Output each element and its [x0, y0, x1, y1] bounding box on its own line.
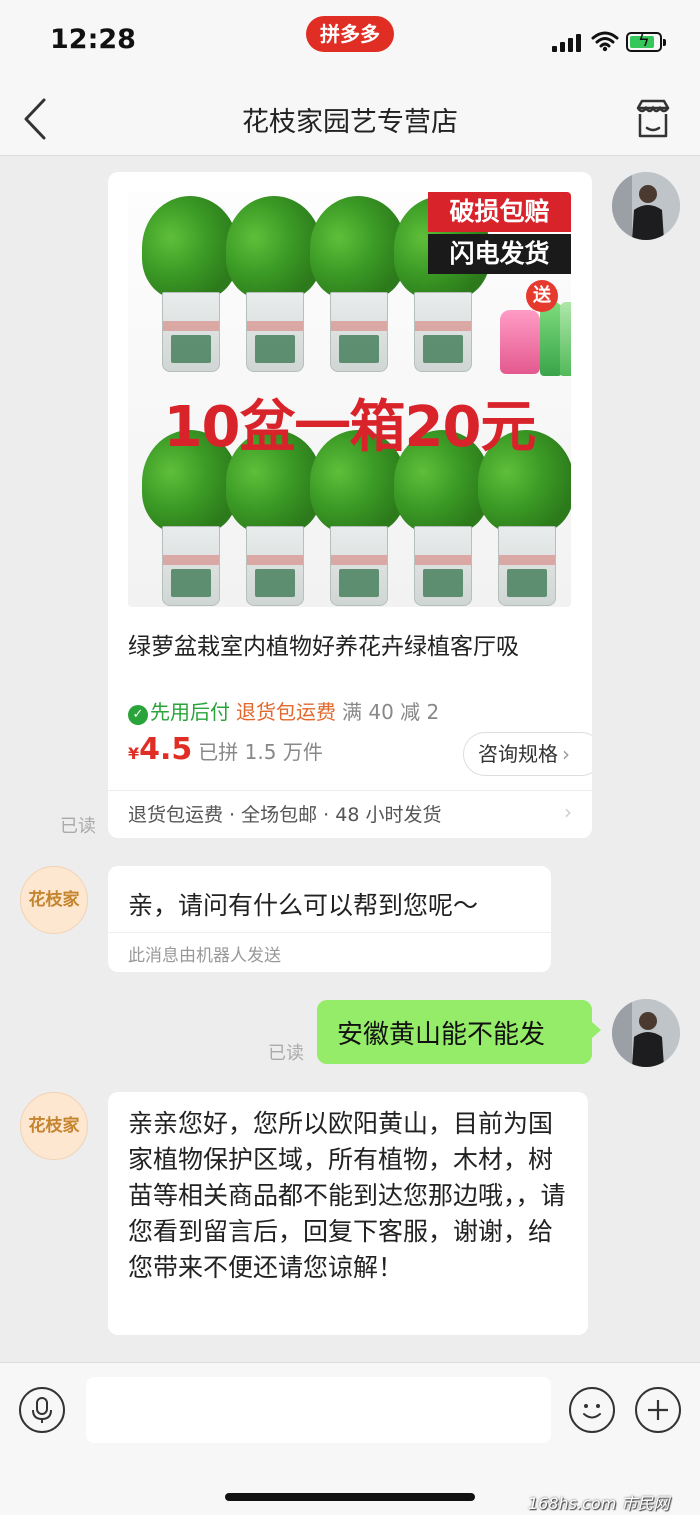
product-price: 4.5	[139, 732, 193, 767]
shop-reply-text: 亲亲您好，您所以欧阳黄山，目前为国家植物保护区域，所有植物，木材，树苗等相关商品…	[128, 1109, 566, 1282]
product-title[interactable]: 绿萝盆栽室内植物好养花卉绿植客厅吸	[128, 627, 578, 661]
signal-icon	[552, 34, 584, 52]
battery-icon: ϟ	[626, 30, 666, 52]
message-input[interactable]	[86, 1377, 551, 1443]
sold-count: 已拼 1.5 万件	[198, 740, 323, 764]
user-message-text: 安徽黄山能不能发	[337, 1020, 546, 1050]
product-image-headline: 10盆一箱20元	[163, 395, 537, 460]
fertilizer-bottle-icon	[560, 302, 571, 376]
bubble-tail	[592, 1022, 601, 1038]
damage-guarantee-label: 破损包赔	[428, 192, 571, 232]
chevron-left-icon	[24, 98, 46, 140]
divider	[108, 932, 551, 933]
chevron-right-icon: ›	[562, 742, 570, 766]
read-receipt: 已读	[268, 1043, 304, 1064]
pay-later-tag: ✓ 先用后付	[128, 700, 230, 725]
wifi-icon	[591, 31, 619, 52]
smiley-icon	[583, 1404, 601, 1419]
top-bar: 12:28 拼多多 ϟ 花枝家园艺专营店	[0, 0, 700, 156]
product-image[interactable]: 破损包赔 闪电发货 送 10盆一箱20元	[128, 192, 571, 607]
voice-button[interactable]	[19, 1387, 65, 1433]
divider	[108, 790, 592, 791]
store-button[interactable]	[632, 98, 674, 140]
watermark: 168hs.com 市民网	[528, 1494, 670, 1513]
currency-symbol: ¥	[128, 744, 140, 763]
gift-badge: 送	[526, 280, 558, 312]
plus-icon	[648, 1400, 668, 1420]
product-tags: ✓ 先用后付 退货包运费满 40 减 2	[128, 696, 440, 725]
bot-note: 此消息由机器人发送	[128, 946, 281, 966]
user-avatar[interactable]	[612, 999, 680, 1067]
discount-tag: 满 40 减 2	[342, 700, 440, 724]
microphone-icon	[32, 1397, 52, 1423]
shop-avatar[interactable]: 花枝家	[20, 866, 88, 934]
pay-later-icon: ✓	[128, 705, 148, 725]
user-avatar[interactable]	[612, 172, 680, 240]
person-photo-icon	[612, 999, 680, 1067]
person-photo-icon	[612, 172, 680, 240]
bot-message-text: 亲，请问有什么可以帮到您呢～	[128, 891, 479, 920]
more-button[interactable]	[635, 1387, 681, 1433]
consult-spec-button[interactable]: 咨询规格 ›	[463, 732, 592, 776]
home-indicator	[225, 1493, 475, 1501]
chevron-right-icon: ›	[564, 800, 572, 824]
page-title: 花枝家园艺专营店	[242, 107, 458, 138]
fast-shipping-label: 闪电发货	[428, 234, 571, 274]
user-message-bubble: 安徽黄山能不能发	[317, 1000, 592, 1064]
service-info[interactable]: 退货包运费 · 全场包邮 · 48 小时发货	[128, 800, 441, 827]
back-button[interactable]	[14, 94, 58, 144]
read-receipt: 已读	[60, 816, 96, 837]
shop-reply-bubble: 亲亲您好，您所以欧阳黄山，目前为国家植物保护区域，所有植物，木材，树苗等相关商品…	[108, 1092, 588, 1335]
status-time: 12:28	[50, 24, 136, 55]
bot-message-bubble: 亲，请问有什么可以帮到您呢～ 此消息由机器人发送	[108, 866, 551, 972]
product-card[interactable]: 破损包赔 闪电发货 送 10盆一箱20元 绿萝盆栽室内植物好养花卉绿植客厅吸 ✓…	[108, 172, 592, 838]
app-badge: 拼多多	[306, 16, 394, 52]
price-row: ¥4.5 已拼 1.5 万件	[128, 732, 323, 776]
spray-bottle-icon	[500, 310, 540, 374]
fertilizer-bottle-icon	[540, 302, 562, 376]
store-icon	[636, 99, 670, 138]
emoji-button[interactable]	[569, 1387, 615, 1433]
promo-banner: 破损包赔 闪电发货	[428, 192, 571, 274]
shop-avatar[interactable]: 花枝家	[20, 1092, 88, 1160]
return-shipping-tag: 退货包运费	[236, 700, 336, 724]
